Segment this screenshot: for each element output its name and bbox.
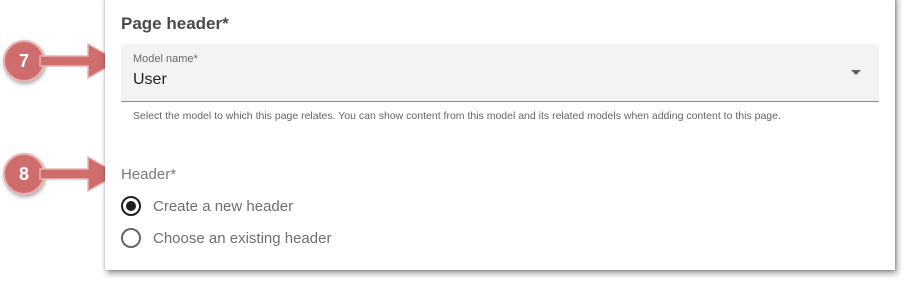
model-name-select[interactable]: Model name* User [121,44,879,102]
radio-create-new-header[interactable]: Create a new header [121,196,293,216]
model-helper-text: Select the model to which this page rela… [133,110,781,122]
callout-number: 7 [18,50,29,71]
radio-checked-icon[interactable] [121,196,141,216]
radio-label: Create a new header [153,197,294,215]
screenshot-stage: 7 8 Page header* Model name* User Select… [0,0,911,286]
chevron-down-icon[interactable] [851,70,861,75]
model-name-value: User [133,71,167,88]
callout-badge-7: 7 [3,40,45,82]
radio-unchecked-icon[interactable] [121,228,141,248]
radio-label: Choose an existing header [153,229,332,247]
header-group-label: Header* [121,166,177,183]
callout-number: 8 [18,163,29,184]
callout-badge-8: 8 [3,153,45,195]
page-header-panel: Page header* Model name* User Select the… [105,0,895,270]
radio-choose-existing-header[interactable]: Choose an existing header [121,228,331,248]
model-name-label: Model name* [133,53,198,65]
section-title: Page header* [121,14,229,33]
